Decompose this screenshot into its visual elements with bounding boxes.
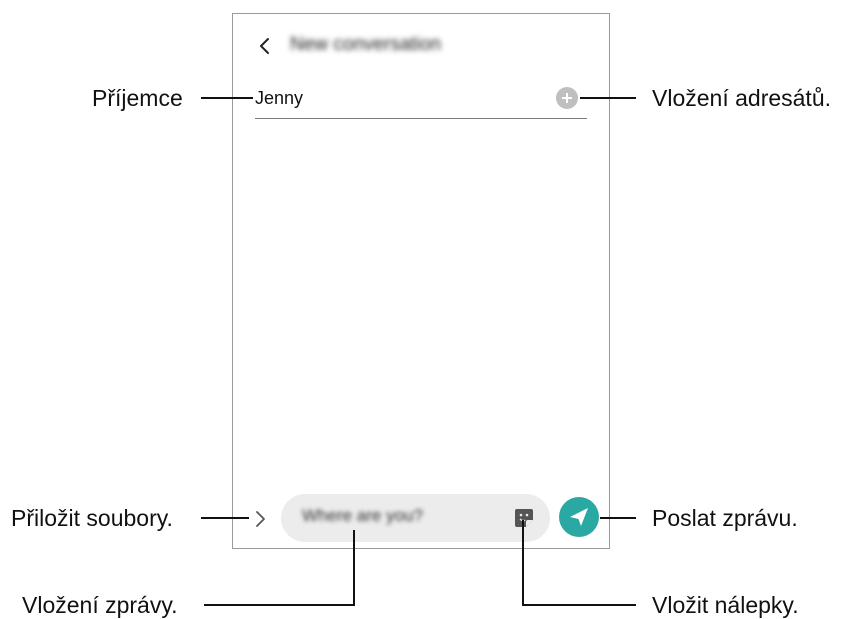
chevron-right-icon <box>256 511 265 527</box>
callout-line-insert-stickers-v <box>522 520 524 606</box>
callout-add-recipients: Vložení adresátů. <box>652 85 832 111</box>
back-button[interactable] <box>255 34 275 58</box>
plus-icon <box>562 93 572 103</box>
send-icon <box>570 508 588 526</box>
callout-send-message: Poslat zprávu. <box>652 505 798 531</box>
callout-line-enter-message-h <box>204 604 355 606</box>
add-recipients-button[interactable] <box>556 87 578 109</box>
callout-insert-stickers: Vložit nálepky. <box>652 592 799 618</box>
send-button[interactable] <box>559 497 599 537</box>
callout-line-send-message <box>600 517 636 519</box>
header-title: New conversation <box>290 34 442 55</box>
callout-recipient: Příjemce <box>92 85 183 111</box>
callout-line-recipient <box>201 97 253 99</box>
callout-line-enter-message-v <box>353 530 355 606</box>
recipient-field[interactable]: Jenny <box>255 88 303 109</box>
message-input-text: Where are you? <box>302 506 423 525</box>
recipient-underline <box>255 118 587 119</box>
callout-line-insert-stickers-h <box>522 604 636 606</box>
callout-enter-message: Vložení zprávy. <box>22 592 178 618</box>
callout-line-attach-files <box>201 517 249 519</box>
chevron-left-icon <box>260 38 269 54</box>
callout-line-add-recipients <box>580 97 636 99</box>
sticker-button[interactable] <box>513 507 535 529</box>
callout-attach-files: Přiložit soubory. <box>11 505 173 531</box>
attach-files-button[interactable] <box>252 506 270 532</box>
sticker-icon <box>515 509 533 527</box>
